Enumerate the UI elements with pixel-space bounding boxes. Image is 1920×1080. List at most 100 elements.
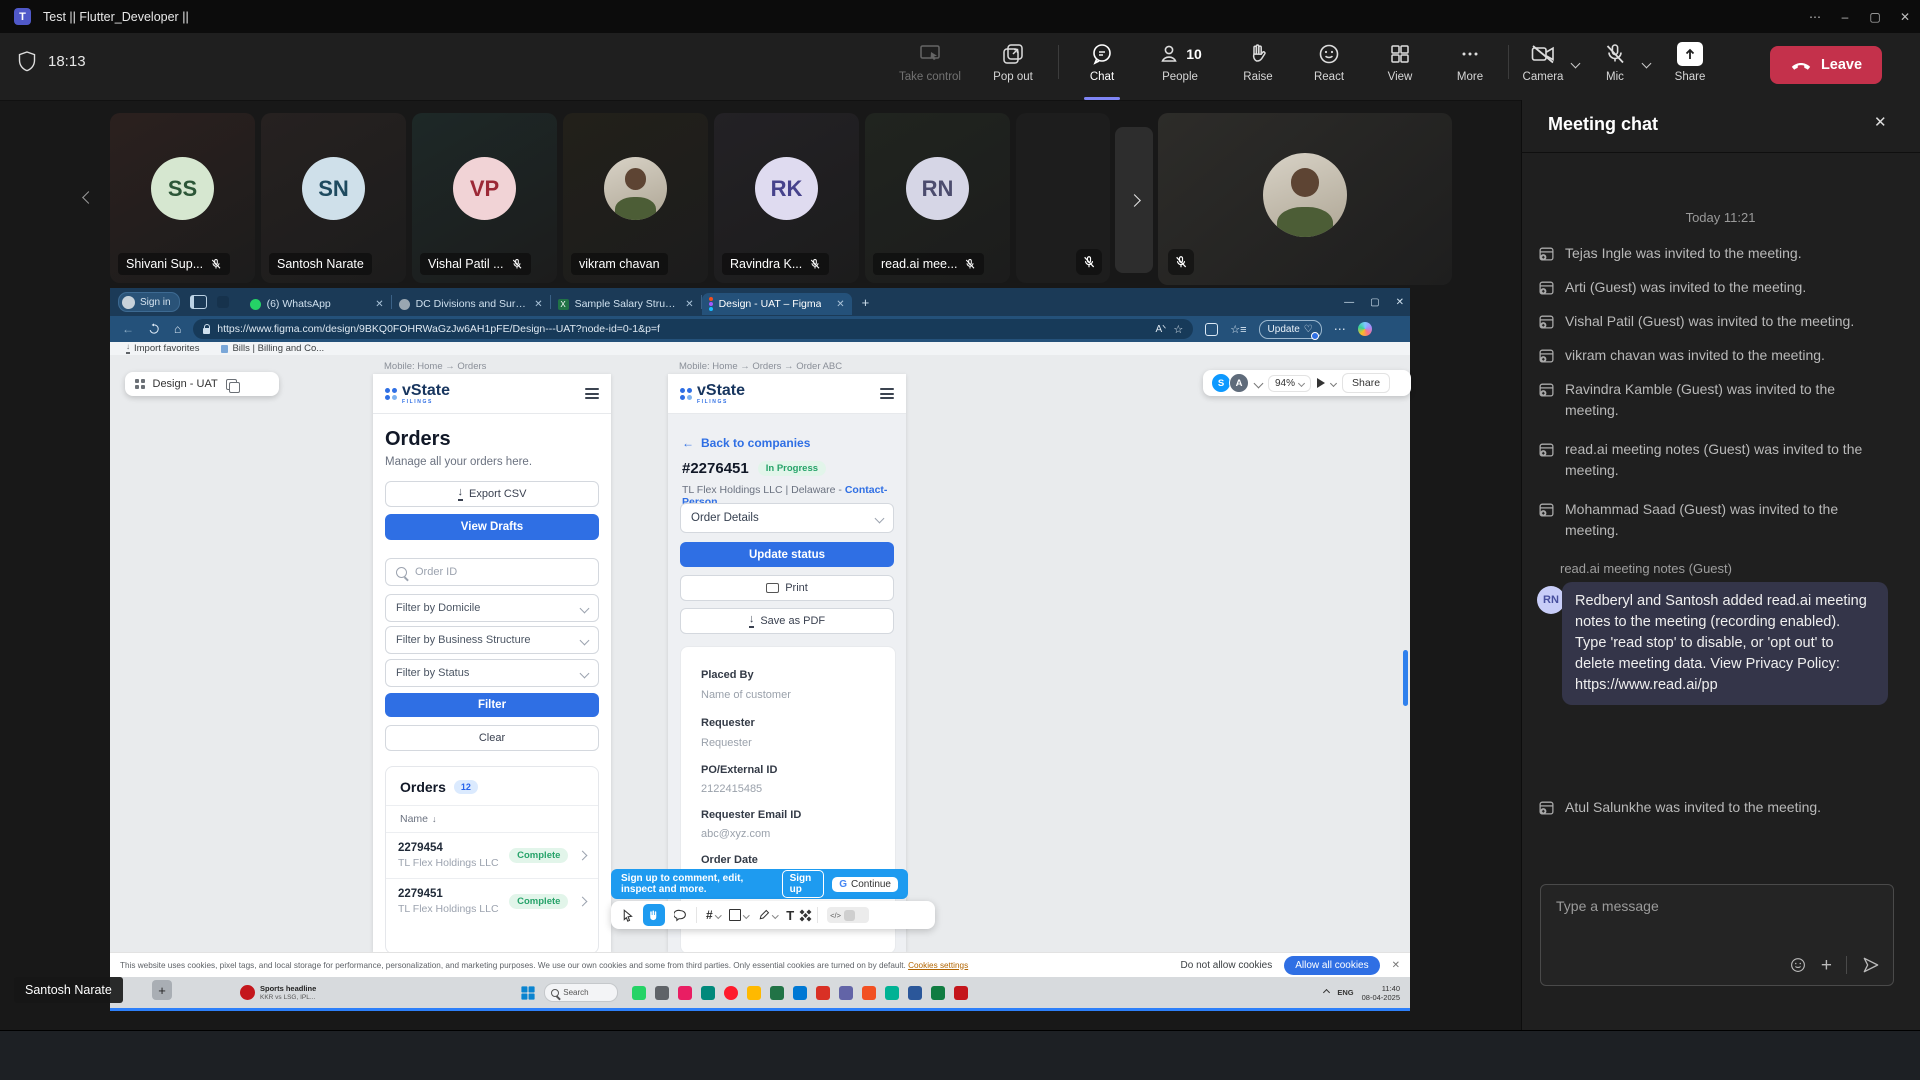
chat-composer[interactable]: Type a message + <box>1540 884 1894 986</box>
participant-tile-overflow[interactable] <box>1016 113 1110 283</box>
tab-close-icon[interactable]: ✕ <box>375 299 383 310</box>
tab-close-icon[interactable]: ✕ <box>836 299 844 310</box>
google-continue-button[interactable]: G Continue <box>832 877 898 892</box>
print-button[interactable]: Print <box>680 575 894 601</box>
address-bar[interactable]: https://www.figma.com/design/9BKQ0FOHRWa… <box>193 319 1193 339</box>
browser-tab-figma-active[interactable]: Design - UAT – Figma✕ <box>702 293 852 315</box>
favorite-star-icon[interactable]: ☆ <box>1173 323 1183 336</box>
browser-update-button[interactable]: Update♡ <box>1259 320 1322 339</box>
workspaces-icon[interactable] <box>217 296 229 308</box>
app-icon[interactable] <box>862 986 876 1000</box>
zoom-dropdown[interactable]: 94% <box>1268 375 1311 392</box>
view-button[interactable]: View <box>1365 33 1435 100</box>
participant-tile[interactable]: SN Santosh Narate <box>261 113 406 283</box>
tab-close-icon[interactable]: ✕ <box>685 299 693 310</box>
tab-close-icon[interactable]: ✕ <box>534 299 542 310</box>
home-icon[interactable]: ⌂ <box>174 322 181 336</box>
react-button[interactable]: React <box>1293 33 1365 100</box>
browser-tab-dc-divisions[interactable]: DC Divisions and Surroundings✕ <box>392 293 550 315</box>
save-as-pdf-button[interactable]: ↓Save as PDF <box>680 608 894 634</box>
filter-business-structure-dropdown[interactable]: Filter by Business Structure <box>385 626 599 654</box>
close-cookie-icon[interactable]: ✕ <box>1392 960 1400 971</box>
filter-button[interactable]: Filter <box>385 693 599 717</box>
window-close-button[interactable]: ✕ <box>1890 0 1920 33</box>
back-to-companies-link[interactable]: ←Back to companies <box>682 436 810 450</box>
spotlight-participant-tile[interactable] <box>1158 113 1452 285</box>
clear-button[interactable]: Clear <box>385 725 599 751</box>
collaborator-avatar[interactable]: A <box>1229 373 1249 393</box>
participant-tile[interactable]: RK Ravindra K... <box>714 113 859 283</box>
app-icon[interactable] <box>632 986 646 1000</box>
app-icon[interactable] <box>954 986 968 1000</box>
present-icon[interactable] <box>1317 378 1325 388</box>
tray-expand-icon[interactable] <box>1323 989 1330 996</box>
favorite-item[interactable]: ↓Import favorites <box>126 343 199 354</box>
app-icon[interactable] <box>793 986 807 1000</box>
people-button[interactable]: 10 People <box>1137 33 1223 100</box>
window-minimize-button[interactable]: – <box>1830 0 1860 33</box>
export-csv-button[interactable]: ↓Export CSV <box>385 481 599 507</box>
figma-frame-orders[interactable]: vStateFILINGS Orders Manage all your ord… <box>373 374 611 952</box>
more-button[interactable]: More <box>1435 33 1505 100</box>
vertical-tabs-icon[interactable] <box>190 295 207 309</box>
dev-mode-toggle[interactable]: </> <box>827 907 869 923</box>
pen-tool-icon[interactable] <box>758 909 778 921</box>
component-tool-icon[interactable] <box>803 913 808 918</box>
text-tool-icon[interactable]: T <box>786 908 794 923</box>
pop-out-button[interactable]: Pop out <box>976 33 1050 100</box>
app-icon[interactable] <box>770 986 784 1000</box>
app-icon[interactable] <box>724 986 738 1000</box>
duplicate-icon[interactable] <box>226 379 237 390</box>
hamburger-menu-icon[interactable] <box>585 388 599 399</box>
comment-tool-icon[interactable] <box>674 909 687 922</box>
order-row[interactable]: 2279454 TL Flex Holdings LLC Complete <box>398 842 586 869</box>
read-aloud-icon[interactable]: Aᐠ <box>1155 324 1166 335</box>
share-button[interactable]: Share <box>1662 33 1718 100</box>
camera-options-chevron[interactable] <box>1571 59 1581 69</box>
window-more-icon[interactable]: ⋯ <box>1800 0 1830 33</box>
allow-cookies-button[interactable]: Allow all cookies <box>1284 956 1379 975</box>
expand-plus-button[interactable]: + <box>152 980 172 1000</box>
remote-search-box[interactable]: Search <box>544 983 618 1002</box>
next-participants-button[interactable] <box>1115 127 1153 273</box>
emoji-icon[interactable] <box>1789 956 1807 974</box>
camera-button[interactable]: Camera <box>1514 33 1572 100</box>
participant-tile[interactable]: RN read.ai mee... <box>865 113 1010 283</box>
extensions-icon[interactable] <box>1205 323 1218 336</box>
app-icon[interactable] <box>885 986 899 1000</box>
collaborator-avatar[interactable]: S <box>1211 373 1231 393</box>
frame-label-order-detail[interactable]: Mobile: Home → Orders → Order ABC <box>679 361 842 372</box>
filter-status-dropdown[interactable]: Filter by Status <box>385 659 599 687</box>
remote-news-widget[interactable]: Sports headline KKR vs LSG, IPL... <box>240 984 316 1001</box>
move-tool-icon[interactable] <box>621 909 634 922</box>
view-drafts-button[interactable]: View Drafts <box>385 514 599 540</box>
favorite-item[interactable]: Bills | Billing and Co... <box>221 343 324 354</box>
order-id-search-input[interactable]: Order ID <box>385 558 599 586</box>
leave-button[interactable]: Leave <box>1770 46 1882 84</box>
order-details-dropdown[interactable]: Order Details <box>680 503 894 533</box>
new-tab-button[interactable]: + <box>862 295 870 310</box>
order-row[interactable]: 2279451 TL Flex Holdings LLC Complete <box>398 888 586 915</box>
app-icon[interactable] <box>678 986 692 1000</box>
hand-tool-icon-active[interactable] <box>643 904 665 926</box>
browser-profile-button[interactable]: Sign in <box>118 292 180 312</box>
canvas-scrollbar[interactable] <box>1403 650 1408 706</box>
chevron-down-icon[interactable] <box>1330 379 1337 386</box>
participant-tile[interactable]: SS Shivani Sup... <box>110 113 255 283</box>
previous-participants-chevron[interactable] <box>82 191 95 204</box>
mic-options-chevron[interactable] <box>1642 59 1652 69</box>
figma-frame-order-detail[interactable]: vStateFILINGS ←Back to companies #227645… <box>668 374 906 952</box>
frame-tool-icon[interactable]: # <box>706 908 720 922</box>
browser-maximize-button[interactable]: ▢ <box>1370 297 1379 308</box>
app-icon[interactable] <box>839 986 853 1000</box>
refresh-icon[interactable] <box>148 323 160 335</box>
app-icon[interactable] <box>816 986 830 1000</box>
column-header-name[interactable]: Name↓ <box>400 813 584 825</box>
favorites-bar-icon[interactable]: ☆≡ <box>1230 323 1246 336</box>
browser-tab-whatsapp[interactable]: (6) WhatsApp✕ <box>243 293 391 315</box>
chat-button[interactable]: Chat <box>1067 33 1137 100</box>
browser-minimize-button[interactable]: — <box>1344 297 1354 308</box>
participant-tile[interactable]: vikram chavan <box>563 113 708 283</box>
shape-tool-icon[interactable] <box>729 909 749 921</box>
app-icon[interactable] <box>931 986 945 1000</box>
